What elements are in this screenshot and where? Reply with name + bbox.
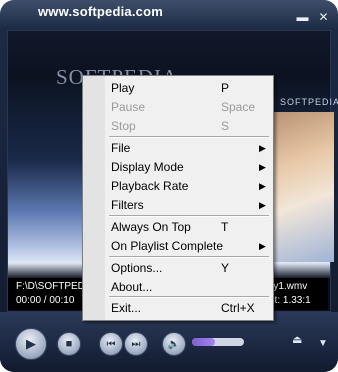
menu-item-label: Play [111, 81, 135, 95]
video-frame-image [266, 112, 334, 262]
menu-item-on-playlist-complete[interactable]: On Playlist Complete ▶ [111, 237, 269, 255]
menu-item-filters[interactable]: Filters ▶ [111, 196, 269, 214]
close-icon[interactable]: ✕ [317, 11, 330, 23]
menu-icon-strip [83, 76, 105, 320]
menu-item-about[interactable]: About... [111, 278, 269, 296]
submenu-arrow-icon: ▶ [259, 143, 266, 153]
window-title: www.softpedia.com [38, 4, 163, 19]
menu-item-playback-rate[interactable]: Playback Rate ▶ [111, 177, 269, 195]
stop-button[interactable]: ■ [57, 332, 81, 356]
menu-item-shortcut: P [221, 81, 230, 95]
submenu-arrow-icon: ▶ [259, 181, 266, 191]
previous-icon: ⏮ [106, 338, 116, 350]
file-path: F:\D\SOFTPEDI [16, 281, 88, 292]
menu-item-shortcut: Ctrl+X [221, 301, 255, 315]
menu-separator [109, 136, 269, 138]
previous-button[interactable]: ⏮ [99, 332, 123, 356]
submenu-arrow-icon: ▶ [259, 162, 266, 172]
menu-item-options[interactable]: Options... Y [111, 259, 269, 277]
menu-separator [109, 256, 269, 258]
volume-fill [192, 338, 216, 346]
play-button[interactable]: ▶ [15, 328, 47, 360]
menu-item-label: Options... [111, 261, 163, 275]
menu-item-label: Stop [111, 119, 136, 133]
options-dropdown-icon[interactable]: ▼ [318, 338, 328, 349]
menu-item-label: About... [111, 280, 153, 294]
menu-item-label: Display Mode [111, 160, 184, 174]
menu-item-label: Always On Top [111, 220, 191, 234]
time-readout: 00:00 / 00:10 [16, 295, 75, 306]
context-menu: Play P Pause Space Stop S File ▶ Display Mode ▶ Pl… [82, 75, 274, 321]
menu-item-exit[interactable]: Exit... Ctrl+X [111, 299, 269, 317]
menu-item-file[interactable]: File ▶ [111, 139, 269, 157]
menu-item-label: Playback Rate [111, 179, 189, 193]
menu-item-display-mode[interactable]: Display Mode ▶ [111, 158, 269, 176]
menu-item-stop: Stop S [111, 117, 269, 135]
menu-item-label: Pause [111, 100, 146, 114]
control-bar: ▶ ■ ⏮ ⏭ 🔈 [0, 312, 338, 372]
menu-item-pause: Pause Space [111, 98, 269, 116]
menu-separator [109, 296, 269, 298]
menu-item-shortcut: Space [221, 100, 256, 114]
volume-slider[interactable] [192, 338, 244, 346]
file-name-tail: ry1.wmv [270, 281, 308, 292]
menu-item-label: Filters [111, 198, 144, 212]
menu-item-shortcut: S [221, 119, 230, 133]
next-button[interactable]: ⏭ [124, 332, 148, 356]
submenu-arrow-icon: ▶ [259, 241, 266, 251]
menu-item-label: Exit... [111, 301, 142, 315]
mute-button[interactable]: 🔈 [162, 332, 186, 356]
title-bar[interactable]: www.softpedia.com ▬ ✕ [0, 0, 338, 30]
submenu-arrow-icon: ▶ [259, 200, 266, 210]
menu-item-play[interactable]: Play P [111, 79, 269, 97]
next-icon: ⏭ [131, 338, 141, 350]
video-brand-text: SOFTPEDIA [280, 97, 338, 107]
minimize-icon[interactable]: ▬ [296, 11, 309, 23]
eject-icon[interactable]: ⏏ [292, 333, 302, 346]
speaker-icon: 🔈 [167, 338, 181, 350]
menu-item-always-on-top[interactable]: Always On Top T [111, 218, 269, 236]
menu-item-label: On Playlist Complete [111, 239, 224, 253]
menu-item-shortcut: T [221, 220, 229, 234]
menu-item-shortcut: Y [221, 261, 230, 275]
stop-icon: ■ [65, 338, 73, 350]
play-icon: ▶ [26, 336, 36, 351]
menu-separator [109, 215, 269, 217]
menu-item-label: File [111, 141, 131, 155]
